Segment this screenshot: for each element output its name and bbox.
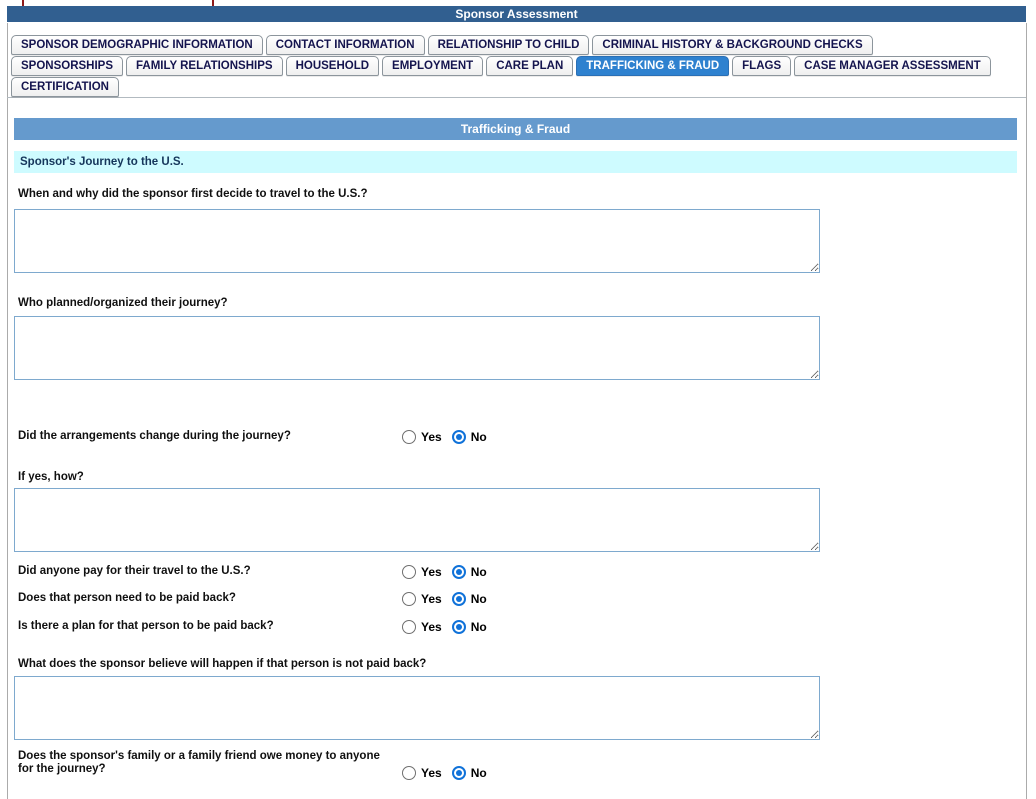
radio-label-no: No (470, 564, 487, 579)
radio-plan-paid-back-yes[interactable] (402, 619, 416, 634)
radio-plan-paid-back-no[interactable] (451, 619, 466, 634)
tabstrip-divider (7, 97, 1026, 98)
radio-label-yes: Yes (421, 591, 442, 606)
radio-label-yes: Yes (421, 619, 442, 634)
radio-label-no: No (470, 619, 487, 634)
tab-sponsorships[interactable]: SPONSORSHIPS (11, 56, 124, 76)
radio-label-no: No (470, 429, 487, 444)
tab-trafficking-fraud[interactable]: TRAFFICKING & FRAUD (576, 56, 730, 76)
radio-arrangements-change-no[interactable] (451, 429, 466, 444)
radio-need-paid-back-yes[interactable] (402, 591, 416, 606)
tab-certification[interactable]: CERTIFICATION (11, 77, 119, 97)
radio-need-paid-back-no[interactable] (451, 591, 466, 606)
radio-label-no: No (470, 765, 487, 780)
radio-family-owe-no[interactable] (451, 765, 466, 780)
tab-criminal-history-background-checks[interactable]: CRIMINAL HISTORY & BACKGROUND CHECKS (592, 35, 873, 55)
radio-label-yes: Yes (421, 564, 442, 579)
radio-group-anyone-pay-travel: Yes No (402, 563, 497, 579)
question-label-family-owe-money: Does the sponsor's family or a family fr… (18, 750, 380, 775)
tab-row-1: SPONSOR DEMOGRAPHIC INFORMATION CONTACT … (11, 35, 873, 55)
tab-employment[interactable]: EMPLOYMENT (382, 56, 484, 76)
question-label-believe-not-paid-back: What does the sponsor believe will happe… (18, 658, 427, 670)
radio-anyone-pay-no[interactable] (451, 564, 466, 579)
tab-family-relationships[interactable]: FAMILY RELATIONSHIPS (126, 56, 283, 76)
tab-row-3: CERTIFICATION (11, 77, 119, 97)
tab-care-plan[interactable]: CARE PLAN (486, 56, 574, 76)
radio-group-family-owe-money: Yes No (402, 764, 497, 780)
radio-anyone-pay-yes[interactable] (402, 564, 416, 579)
radio-label-no: No (470, 591, 487, 606)
sponsor-assessment-page: Sponsor Assessment SPONSOR DEMOGRAPHIC I… (0, 0, 1036, 799)
question-label-if-yes-how: If yes, how? (18, 471, 84, 483)
tab-relationship-to-child[interactable]: RELATIONSHIP TO CHILD (427, 35, 590, 55)
question-label-who-planned-journey: Who planned/organized their journey? (18, 297, 228, 309)
tab-flags[interactable]: FLAGS (732, 56, 792, 76)
radio-group-need-paid-back: Yes No (402, 590, 497, 606)
subsection-sponsors-journey: Sponsor's Journey to the U.S. (14, 151, 1017, 173)
page-title: Sponsor Assessment (7, 6, 1026, 22)
tab-household[interactable]: HOUSEHOLD (285, 56, 380, 76)
question-label-anyone-pay-travel: Did anyone pay for their travel to the U… (18, 565, 251, 577)
textarea-first-decide-travel[interactable] (14, 209, 820, 273)
textarea-who-planned-journey[interactable] (14, 316, 820, 380)
radio-label-yes: Yes (421, 765, 442, 780)
question-label-first-decide-travel: When and why did the sponsor first decid… (18, 188, 368, 200)
section-header-trafficking-fraud: Trafficking & Fraud (14, 118, 1017, 140)
tab-contact-information[interactable]: CONTACT INFORMATION (265, 35, 425, 55)
tab-row-2: SPONSORSHIPS FAMILY RELATIONSHIPS HOUSEH… (11, 56, 991, 76)
radio-group-arrangements-change: Yes No (402, 428, 497, 444)
radio-group-plan-paid-back: Yes No (402, 618, 497, 634)
textarea-if-yes-how[interactable] (14, 488, 820, 552)
tab-sponsor-demographic-information[interactable]: SPONSOR DEMOGRAPHIC INFORMATION (11, 35, 263, 55)
radio-arrangements-change-yes[interactable] (402, 429, 416, 444)
question-label-need-paid-back: Does that person need to be paid back? (18, 592, 236, 604)
question-label-arrangements-change: Did the arrangements change during the j… (18, 430, 291, 442)
radio-family-owe-yes[interactable] (402, 765, 416, 780)
question-label-plan-paid-back: Is there a plan for that person to be pa… (18, 620, 274, 632)
tab-case-manager-assessment[interactable]: CASE MANAGER ASSESSMENT (794, 56, 991, 76)
radio-label-yes: Yes (421, 429, 442, 444)
textarea-believe-not-paid-back[interactable] (14, 676, 820, 740)
